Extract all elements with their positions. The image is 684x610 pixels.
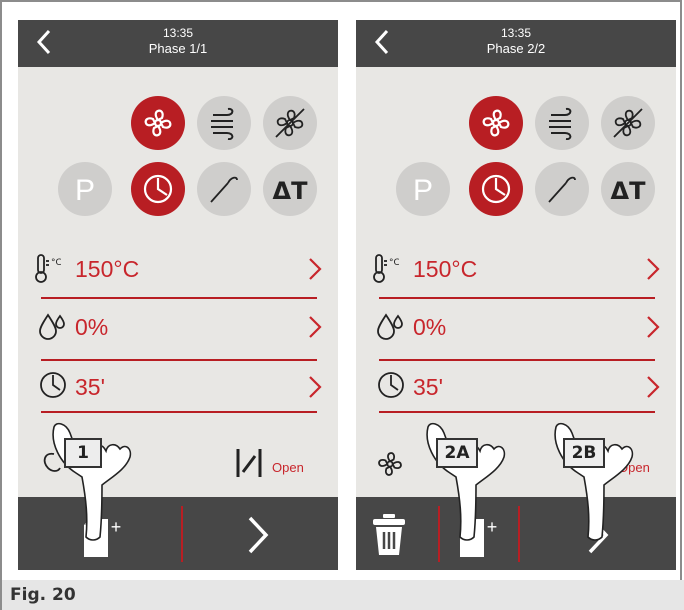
phase-indicator: Phase 2/2 [486,41,546,56]
bar-separator [181,506,183,562]
trash-icon[interactable] [372,513,406,557]
chevron-right-icon[interactable] [307,314,323,340]
delta-t-icon[interactable]: ΔT [263,162,317,216]
fan-off-icon[interactable] [601,96,655,150]
fan-icon[interactable] [131,96,185,150]
svg-text:°C: °C [51,258,61,268]
figure-frame: 13:35 Phase 1/1 P ΔT °C 150°C 0% 35' Ope… [0,0,682,580]
clock-time: 13:35 [162,26,194,40]
row-divider [379,359,655,361]
row-divider [41,359,317,361]
temperature-value[interactable]: 150°C [413,256,477,283]
chevron-right-icon[interactable] [645,374,661,400]
figure-caption-bar: Fig. 20 [0,580,684,610]
steam-icon[interactable] [197,96,251,150]
svg-text:ΔT: ΔT [611,177,647,205]
program-p-icon[interactable]: P [58,162,112,216]
callout-label: 1 [64,438,102,468]
delta-t-icon[interactable]: ΔT [601,162,655,216]
temperature-value[interactable]: 150°C [75,256,139,283]
oven-screen-phase-2: 13:35 Phase 2/2 P ΔT °C 150°C 0% 35' Ope… [356,20,676,570]
chevron-right-icon[interactable] [307,256,323,282]
figure-caption: Fig. 20 [10,585,76,605]
core-probe-icon[interactable] [535,162,589,216]
pointing-hand-icon [426,422,506,541]
row-divider [379,297,655,299]
fan-icon[interactable] [469,96,523,150]
vent-valve-icon[interactable] [233,446,265,480]
bar-separator [518,506,520,562]
thermometer-icon: °C [373,254,399,283]
vent-status: Open [272,460,304,475]
oven-screen-phase-1: 13:35 Phase 1/1 P ΔT °C 150°C 0% 35' Ope… [18,20,338,570]
clock-icon [40,372,66,398]
duration-value[interactable]: 35' [413,374,443,401]
timer-icon[interactable] [131,162,185,216]
pointing-hand-icon [52,422,132,541]
humidity-drop-icon [39,313,65,340]
callout-label: 2B [563,438,605,468]
chevron-right-icon[interactable] [645,314,661,340]
chevron-right-icon[interactable] [307,374,323,400]
timer-icon[interactable] [469,162,523,216]
svg-text:P: P [413,174,433,206]
duration-value[interactable]: 35' [75,374,105,401]
svg-text:P: P [75,174,95,206]
callout-label: 2A [436,438,478,468]
clock-icon [378,372,404,398]
phase-indicator: Phase 1/1 [148,41,208,56]
next-chevron-icon[interactable] [245,515,271,555]
humidity-value[interactable]: 0% [413,314,446,341]
fan-off-icon[interactable] [263,96,317,150]
core-probe-icon[interactable] [197,162,251,216]
fan-icon [378,452,402,476]
humidity-value[interactable]: 0% [75,314,108,341]
thermometer-icon: °C [35,254,61,283]
program-p-icon[interactable]: P [396,162,450,216]
clock-time: 13:35 [500,26,532,40]
steam-icon[interactable] [535,96,589,150]
row-divider [41,297,317,299]
humidity-drop-icon [377,313,403,340]
svg-text:ΔT: ΔT [273,177,309,205]
pointing-hand-icon [554,422,634,541]
svg-text:°C: °C [389,258,399,268]
top-bar: 13:35 Phase 1/1 [18,20,338,67]
top-bar: 13:35 Phase 2/2 [356,20,676,67]
chevron-right-icon[interactable] [645,256,661,282]
